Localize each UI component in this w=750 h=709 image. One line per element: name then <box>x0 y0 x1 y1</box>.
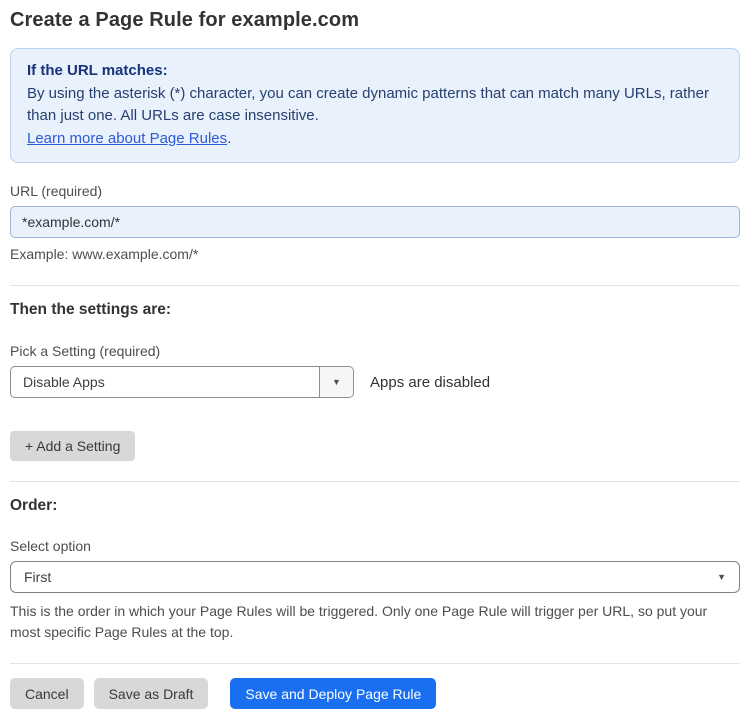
chevron-down-icon: ▼ <box>717 571 726 582</box>
info-box-body: By using the asterisk (*) character, you… <box>27 84 709 125</box>
create-page-rule-form: Create a Page Rule for example.com If th… <box>0 0 750 709</box>
chevron-down-icon: ▼ <box>332 376 341 387</box>
learn-more-link[interactable]: Learn more about Page Rules <box>27 130 227 147</box>
select-option-label: Select option <box>10 538 91 554</box>
info-box-heading: If the URL matches: <box>27 62 168 79</box>
url-input[interactable] <box>10 206 740 238</box>
order-select[interactable]: First ▼ <box>10 561 740 593</box>
save-deploy-button[interactable]: Save and Deploy Page Rule <box>230 678 437 709</box>
pick-setting-label: Pick a Setting (required) <box>10 343 161 359</box>
section-divider <box>10 285 740 286</box>
order-heading: Order: <box>10 497 58 514</box>
settings-heading: Then the settings are: <box>10 301 172 318</box>
section-divider <box>10 663 740 664</box>
add-setting-button[interactable]: + Add a Setting <box>10 431 136 461</box>
link-period: . <box>227 129 232 147</box>
url-example-helper: Example: www.example.com/* <box>10 246 199 262</box>
form-actions: Cancel Save as Draft Save and Deploy Pag… <box>10 678 740 709</box>
section-divider <box>10 481 740 482</box>
info-box-link-row: Learn more about Page Rules. <box>27 128 723 151</box>
save-draft-button[interactable]: Save as Draft <box>93 678 209 709</box>
setting-dropdown-arrow-button[interactable]: ▼ <box>319 367 353 397</box>
order-select-value: First <box>24 569 52 585</box>
order-helper-text: This is the order in which your Page Rul… <box>10 603 708 640</box>
page-title: Create a Page Rule for example.com <box>10 9 360 31</box>
url-match-info-box: If the URL matches: By using the asteris… <box>10 48 740 163</box>
setting-dropdown-value: Disable Apps <box>23 374 105 390</box>
cancel-button[interactable]: Cancel <box>10 678 84 709</box>
setting-status-text: Apps are disabled <box>370 373 491 391</box>
setting-row: Disable Apps ▼ Apps are disabled <box>10 366 740 398</box>
url-label: URL (required) <box>10 183 103 199</box>
setting-dropdown[interactable]: Disable Apps ▼ <box>10 366 354 398</box>
